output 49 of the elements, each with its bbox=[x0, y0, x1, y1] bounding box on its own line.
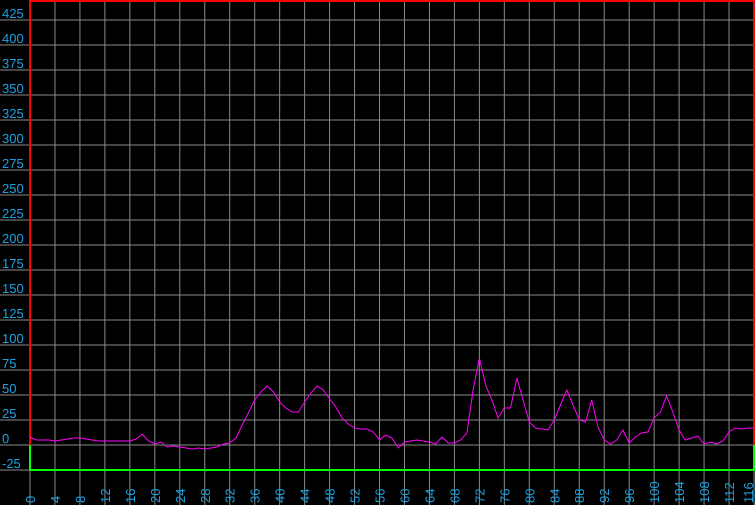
axis-label: 84 bbox=[547, 488, 562, 503]
axis-label: 56 bbox=[372, 488, 388, 503]
axis-label: 25 bbox=[2, 406, 16, 421]
axis-label: 100 bbox=[647, 481, 662, 503]
axis-label: 375 bbox=[2, 56, 24, 71]
axis-label: 125 bbox=[2, 306, 24, 321]
axis-label: 64 bbox=[422, 488, 438, 503]
axis-label: 350 bbox=[2, 81, 24, 96]
axis-label: 275 bbox=[2, 156, 24, 171]
axis-label: 325 bbox=[2, 106, 24, 121]
axis-label: 116 bbox=[741, 482, 755, 503]
axis-label: 200 bbox=[2, 231, 24, 246]
axis-label: 0 bbox=[2, 431, 10, 446]
axis-label: 150 bbox=[2, 281, 24, 296]
axis-label: -25 bbox=[2, 456, 21, 471]
axis-label: 0 bbox=[23, 496, 38, 503]
axis-label: 92 bbox=[597, 488, 612, 503]
axis-label: 72 bbox=[472, 488, 488, 503]
axis-label: 48 bbox=[322, 488, 338, 503]
axis-label: 75 bbox=[2, 356, 16, 371]
axis-label: 88 bbox=[572, 488, 588, 503]
axis-label: 300 bbox=[2, 131, 24, 146]
axis-label: 4 bbox=[48, 496, 63, 503]
axis-label: 112 bbox=[722, 482, 738, 503]
axis-label: 400 bbox=[2, 31, 24, 46]
axis-label: 250 bbox=[2, 181, 24, 196]
axis-label: 225 bbox=[2, 206, 24, 221]
axis-label: 425 bbox=[2, 6, 24, 21]
axis-label: 44 bbox=[298, 488, 313, 503]
axis-label: 50 bbox=[2, 381, 16, 396]
axis-label: 60 bbox=[397, 488, 412, 503]
axis-label: 68 bbox=[447, 488, 462, 503]
axis-label: 28 bbox=[198, 488, 213, 503]
axis-label: 76 bbox=[497, 488, 512, 503]
axis-label: 108 bbox=[697, 481, 712, 503]
axis-label: 100 bbox=[2, 331, 24, 346]
axis-label: 40 bbox=[272, 488, 288, 503]
axis-label: 52 bbox=[348, 488, 363, 503]
axis-label: 24 bbox=[172, 488, 188, 503]
axis-label: 104 bbox=[672, 481, 688, 503]
axis-label: 36 bbox=[248, 488, 263, 503]
axis-label: 32 bbox=[222, 488, 238, 503]
axis-label: 16 bbox=[122, 488, 138, 503]
axis-label: 12 bbox=[98, 488, 113, 503]
axis-label: 96 bbox=[622, 488, 638, 503]
axis-label: 20 bbox=[148, 488, 163, 503]
axis-label: 80 bbox=[522, 488, 538, 503]
axis-label: 175 bbox=[2, 256, 24, 271]
axis-label: 8 bbox=[72, 496, 88, 503]
